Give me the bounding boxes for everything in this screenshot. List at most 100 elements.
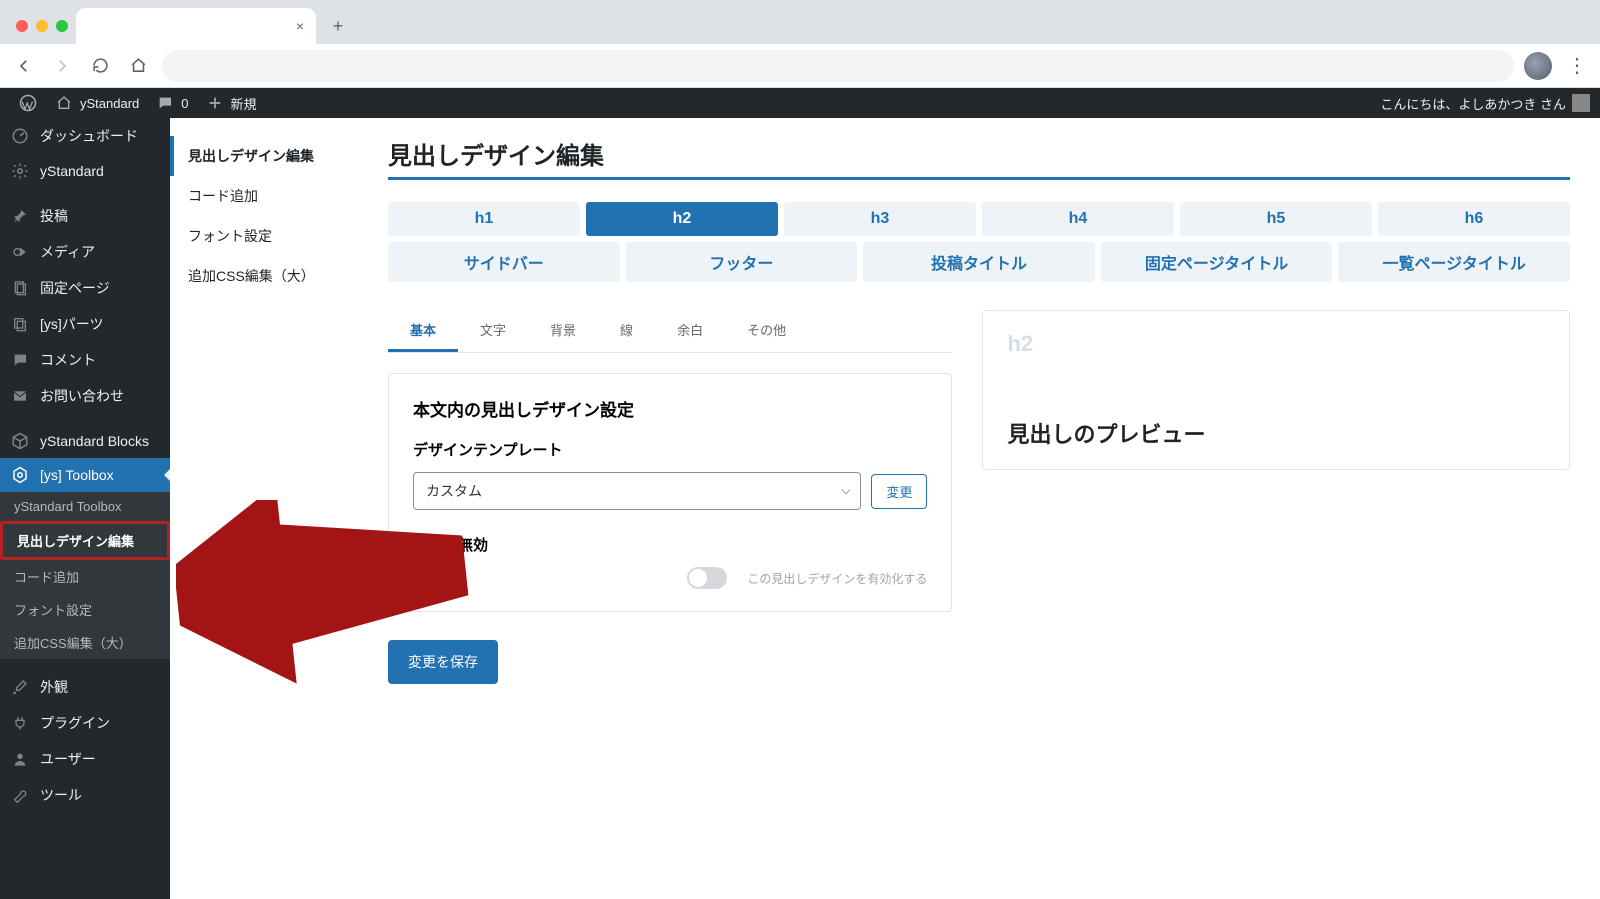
browser-tab[interactable]: × <box>76 8 316 44</box>
edit-tab-border[interactable]: 線 <box>598 310 655 352</box>
tab-strip: × + <box>0 0 1600 44</box>
preview-panel: h2 見出しのプレビュー <box>982 310 1570 470</box>
submenu-heading-design[interactable]: 見出しデザイン編集 <box>3 524 167 557</box>
submenu-font-settings[interactable]: フォント設定 <box>0 593 170 626</box>
pin-icon <box>10 208 30 224</box>
template-select[interactable]: カスタム <box>413 472 861 510</box>
enable-field-label: 有効・無効 <box>413 534 927 555</box>
menu-pages[interactable]: 固定ページ <box>0 270 170 306</box>
gear-icon <box>10 162 30 180</box>
user-avatar-icon[interactable] <box>1572 94 1590 112</box>
subnav-label: 追加CSS編集（大） <box>188 268 315 284</box>
heading-tab-h4[interactable]: h4 <box>982 202 1174 236</box>
new-content-link[interactable]: 新規 <box>197 88 265 118</box>
menu-appearance[interactable]: 外観 <box>0 669 170 705</box>
tab-close-icon[interactable]: × <box>296 18 304 34</box>
subnav-code-add[interactable]: コード追加 <box>170 176 358 216</box>
menu-dashboard[interactable]: ダッシュボード <box>0 118 170 154</box>
edit-tab-background[interactable]: 背景 <box>528 310 598 352</box>
area-tab-page-title[interactable]: 固定ページタイトル <box>1101 242 1333 282</box>
browser-chrome: × + ⋮ <box>0 0 1600 88</box>
area-tab-archive-title[interactable]: 一覧ページタイトル <box>1338 242 1570 282</box>
browser-menu-icon[interactable]: ⋮ <box>1562 52 1590 80</box>
menu-ys-toolbox[interactable]: [ys] Toolbox <box>0 458 170 492</box>
heading-area-tabs: サイドバー フッター 投稿タイトル 固定ページタイトル 一覧ページタイトル <box>388 242 1570 282</box>
template-change-button[interactable]: 変更 <box>871 474 927 509</box>
window-minimize-icon[interactable] <box>36 20 48 32</box>
menu-label: [ys]パーツ <box>40 314 104 334</box>
brush-icon <box>10 679 30 695</box>
tab-label: フッター <box>709 256 773 273</box>
submenu-label: フォント設定 <box>14 600 92 619</box>
heading-tab-h1[interactable]: h1 <box>388 202 580 236</box>
area-tab-sidebar[interactable]: サイドバー <box>388 242 620 282</box>
submenu-label: 見出しデザイン編集 <box>17 531 134 550</box>
new-label: 新規 <box>231 94 257 113</box>
subnav-heading-design[interactable]: 見出しデザイン編集 <box>170 136 358 176</box>
settings-card: 本文内の見出しデザイン設定 デザインテンプレート カスタム 変更 有効・無効 有… <box>388 373 952 612</box>
menu-ys-parts[interactable]: [ys]パーツ <box>0 306 170 342</box>
reload-button[interactable] <box>86 52 114 80</box>
menu-label: 固定ページ <box>40 278 110 298</box>
subnav-font-settings[interactable]: フォント設定 <box>170 216 358 256</box>
heading-tab-h6[interactable]: h6 <box>1378 202 1570 236</box>
window-traffic-lights <box>8 20 76 44</box>
menu-media[interactable]: メディア <box>0 234 170 270</box>
menu-ystandard-blocks[interactable]: yStandard Blocks <box>0 424 170 458</box>
menu-users[interactable]: ユーザー <box>0 741 170 777</box>
menu-tools[interactable]: ツール <box>0 777 170 813</box>
menu-contact[interactable]: お問い合わせ <box>0 378 170 414</box>
submenu-css-edit[interactable]: 追加CSS編集（大） <box>0 626 170 659</box>
wordpress-icon <box>18 94 38 112</box>
subnav-css-edit[interactable]: 追加CSS編集（大） <box>170 256 358 296</box>
area-tab-post-title[interactable]: 投稿タイトル <box>863 242 1095 282</box>
new-tab-button[interactable]: + <box>324 12 352 40</box>
preview-tag-label: h2 <box>1007 331 1545 357</box>
tab-label: 背景 <box>550 323 576 338</box>
page-title: 見出しデザイン編集 <box>388 136 1570 180</box>
menu-plugins[interactable]: プラグイン <box>0 705 170 741</box>
area-tab-footer[interactable]: フッター <box>626 242 858 282</box>
site-link[interactable]: yStandard <box>46 88 147 118</box>
address-bar[interactable] <box>162 50 1514 82</box>
save-button[interactable]: 変更を保存 <box>388 640 498 684</box>
heading-tab-h2[interactable]: h2 <box>586 202 778 236</box>
greeting-text[interactable]: こんにちは、よしあかつき さん <box>1380 94 1566 113</box>
heading-tab-h5[interactable]: h5 <box>1180 202 1372 236</box>
edit-tab-other[interactable]: その他 <box>725 310 808 352</box>
tab-label: h2 <box>673 210 692 227</box>
plus-icon <box>205 95 225 111</box>
tab-label: h5 <box>1267 210 1286 227</box>
tab-label: h4 <box>1069 210 1088 227</box>
menu-comments[interactable]: コメント <box>0 342 170 378</box>
enable-help-text: この見出しデザインを有効化する <box>747 570 927 587</box>
wp-logo[interactable] <box>10 88 46 118</box>
home-button[interactable] <box>124 52 152 80</box>
tab-label: 固定ページタイトル <box>1145 256 1288 273</box>
heading-tab-h3[interactable]: h3 <box>784 202 976 236</box>
card-title: 本文内の見出しデザイン設定 <box>413 396 927 421</box>
window-zoom-icon[interactable] <box>56 20 68 32</box>
edit-tab-text[interactable]: 文字 <box>458 310 528 352</box>
user-icon <box>10 751 30 767</box>
submenu-label: yStandard Toolbox <box>14 499 121 514</box>
enable-toggle[interactable] <box>687 567 727 589</box>
profile-avatar[interactable] <box>1524 52 1552 80</box>
edit-tab-spacing[interactable]: 余白 <box>655 310 725 352</box>
pages-icon <box>10 280 30 296</box>
menu-ystandard[interactable]: yStandard <box>0 154 170 188</box>
comments-link[interactable]: 0 <box>147 88 196 118</box>
edit-property-tabs: 基本 文字 背景 線 余白 その他 <box>388 310 952 353</box>
home-icon <box>54 95 74 111</box>
submenu-label: コード追加 <box>14 567 79 586</box>
submenu-code-add[interactable]: コード追加 <box>0 560 170 593</box>
window-close-icon[interactable] <box>16 20 28 32</box>
select-value: カスタム <box>426 483 482 499</box>
menu-posts[interactable]: 投稿 <box>0 198 170 234</box>
media-icon <box>10 244 30 260</box>
edit-tab-basic[interactable]: 基本 <box>388 310 458 352</box>
forward-button[interactable] <box>48 52 76 80</box>
submenu-ystandard-toolbox[interactable]: yStandard Toolbox <box>0 492 170 521</box>
submenu-label: 追加CSS編集（大） <box>14 633 132 652</box>
back-button[interactable] <box>10 52 38 80</box>
